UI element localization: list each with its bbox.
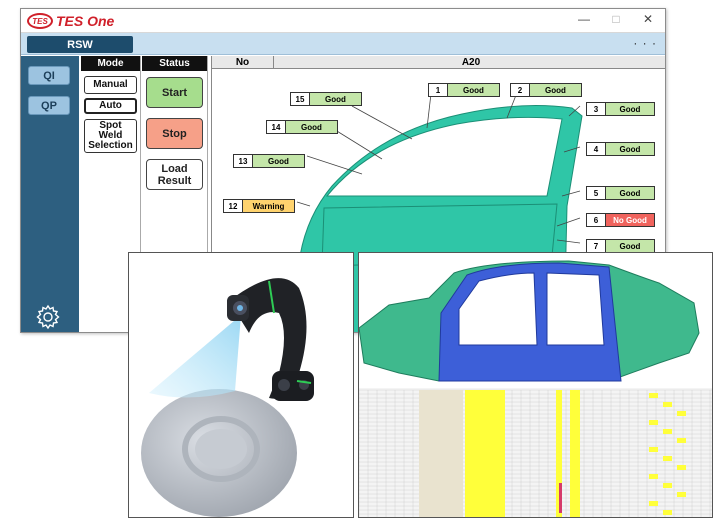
- start-button[interactable]: Start: [146, 77, 203, 108]
- weld-status: Warning: [243, 199, 295, 213]
- highlight-cell: [663, 429, 672, 434]
- scanner-illustration: [141, 278, 314, 517]
- weld-number: 5: [586, 186, 606, 200]
- weld-number: 2: [510, 83, 530, 97]
- highlight-column: [570, 390, 580, 517]
- weld-number: 1: [428, 83, 448, 97]
- highlight-column: [487, 390, 503, 517]
- weld-label-13[interactable]: 13 Good: [233, 154, 305, 168]
- weld-label-14[interactable]: 14 Good: [266, 120, 338, 134]
- weld-status: Good: [606, 186, 655, 200]
- more-options-icon[interactable]: · · ·: [633, 36, 657, 50]
- stop-button[interactable]: Stop: [146, 118, 203, 149]
- gear-icon[interactable]: [35, 304, 61, 330]
- weld-number: 3: [586, 102, 606, 116]
- weld-number: 13: [233, 154, 253, 168]
- highlight-cell: [663, 510, 672, 515]
- weld-label-5[interactable]: 5 Good: [586, 186, 655, 200]
- weld-status: Good: [606, 239, 655, 253]
- highlight-cell: [677, 411, 686, 416]
- weld-status: Good: [448, 83, 500, 97]
- title-bar: TES TES One — □ ✕: [21, 9, 665, 33]
- weld-status: Good: [530, 83, 582, 97]
- weld-number: 12: [223, 199, 243, 213]
- logo-oval: TES: [27, 13, 53, 29]
- tab-bar: RSW · · ·: [21, 33, 665, 55]
- status-header: Status: [142, 56, 207, 71]
- weld-label-4[interactable]: 4 Good: [586, 142, 655, 156]
- weld-status: Good: [286, 120, 338, 134]
- weld-number: 4: [586, 142, 606, 156]
- weld-status: No Good: [606, 213, 655, 227]
- highlight-cell: [649, 393, 658, 398]
- highlight-cell: [649, 474, 658, 479]
- weld-label-2[interactable]: 2 Good: [510, 83, 582, 97]
- qp-button[interactable]: QP: [28, 96, 70, 115]
- weld-status: Good: [606, 142, 655, 156]
- weld-label-15[interactable]: 15 Good: [290, 92, 362, 106]
- weld-status: Good: [606, 102, 655, 116]
- window-controls: — □ ✕: [577, 12, 655, 26]
- weld-label-1[interactable]: 1 Good: [428, 83, 500, 97]
- weld-status: Good: [310, 92, 362, 106]
- highlight-cell: [677, 438, 686, 443]
- highlight-cell: [649, 501, 658, 506]
- highlight-cell: [649, 447, 658, 452]
- tab-rsw[interactable]: RSW: [27, 36, 133, 53]
- mode-header: Mode: [81, 56, 140, 71]
- weld-number: 7: [586, 239, 606, 253]
- manual-button[interactable]: Manual: [84, 76, 137, 94]
- minimize-icon[interactable]: —: [577, 12, 591, 26]
- highlight-cell: [677, 465, 686, 470]
- weld-label-7[interactable]: 7 Good: [586, 239, 655, 253]
- app-logo: TES TES One: [27, 12, 114, 30]
- highlight-cell: [663, 456, 672, 461]
- weld-number: 6: [586, 213, 606, 227]
- highlight-cell: [649, 420, 658, 425]
- weld-label-3[interactable]: 3 Good: [586, 102, 655, 116]
- weld-label-12[interactable]: 12 Warning: [223, 199, 295, 213]
- auto-button[interactable]: Auto: [84, 98, 137, 114]
- weld-number: 14: [266, 120, 286, 134]
- maximize-icon[interactable]: □: [609, 12, 623, 26]
- close-icon[interactable]: ✕: [641, 12, 655, 26]
- load-result-button[interactable]: Load Result: [146, 159, 203, 190]
- highlight-cell: [663, 402, 672, 407]
- tan-column: [419, 390, 463, 517]
- red-marker: [559, 483, 562, 513]
- left-rail: QI QP: [21, 56, 79, 332]
- car-body-illustration: [359, 260, 712, 517]
- weld-number: 15: [290, 92, 310, 106]
- car-analysis-panel: [358, 252, 713, 518]
- weld-label-6[interactable]: 6 No Good: [586, 213, 655, 227]
- app-title: TES One: [56, 13, 115, 29]
- qi-button[interactable]: QI: [28, 66, 70, 85]
- highlight-cell: [677, 492, 686, 497]
- spot-weld-selection-button[interactable]: Spot Weld Selection: [84, 119, 137, 153]
- highlight-cell: [663, 483, 672, 488]
- weld-status: Good: [253, 154, 305, 168]
- scanner-photo: [128, 252, 354, 518]
